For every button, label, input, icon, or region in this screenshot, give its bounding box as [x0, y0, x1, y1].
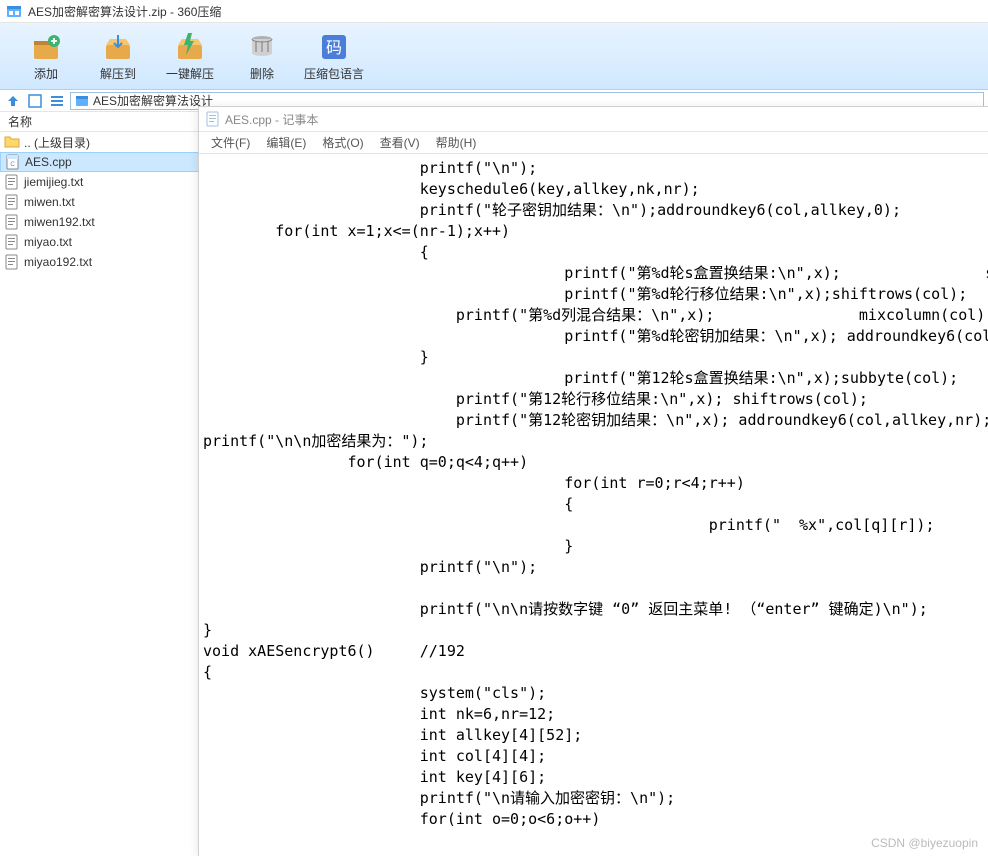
- svg-text:C: C: [10, 162, 15, 168]
- file-name: miyao192.txt: [24, 255, 92, 269]
- svg-text:码: 码: [326, 39, 342, 57]
- file-name: miwen.txt: [24, 195, 75, 209]
- file-item[interactable]: miyao.txt: [0, 232, 201, 252]
- delete-label: 删除: [250, 65, 274, 82]
- delete-button[interactable]: 删除: [226, 28, 298, 84]
- file-icon: [4, 234, 20, 250]
- file-name: miwen192.txt: [24, 215, 95, 229]
- notepad-titlebar[interactable]: AES.cpp - 记事本: [199, 107, 988, 132]
- add-button[interactable]: 添加: [10, 28, 82, 84]
- menu-edit[interactable]: 编辑(E): [258, 132, 314, 153]
- notepad-icon: [205, 111, 221, 127]
- file-name: jiemijieg.txt: [24, 175, 83, 189]
- extract-to-label: 解压到: [100, 65, 136, 82]
- file-panel: 名称 .. (上级目录) C AES.cpp jiemijieg.txt miwen.t…: [0, 112, 202, 856]
- file-item[interactable]: jiemijieg.txt: [0, 172, 201, 192]
- file-item[interactable]: miwen192.txt: [0, 212, 201, 232]
- menu-help[interactable]: 帮助(H): [428, 132, 485, 153]
- file-name: AES.cpp: [25, 155, 72, 169]
- file-icon: C: [5, 154, 21, 170]
- up-icon[interactable]: [4, 92, 22, 110]
- menu-view[interactable]: 查看(V): [372, 132, 428, 153]
- app-icon: [6, 3, 22, 19]
- file-name: .. (上级目录): [24, 134, 90, 151]
- archive-icon: [75, 94, 89, 108]
- archive-language-button[interactable]: 码 压缩包语言: [298, 28, 370, 84]
- column-header-name[interactable]: 名称: [0, 112, 201, 132]
- notepad-title: AES.cpp - 记事本: [225, 111, 318, 128]
- one-click-extract-button[interactable]: 一键解压: [154, 28, 226, 84]
- file-icon: [4, 214, 20, 230]
- file-item[interactable]: .. (上级目录): [0, 132, 201, 152]
- one-click-extract-label: 一键解压: [166, 65, 214, 82]
- path-text: AES加密解密算法设计: [93, 92, 213, 109]
- file-item[interactable]: miwen.txt: [0, 192, 201, 212]
- toolbar: 添加 解压到 一键解压 删除 码 压缩包语言: [0, 23, 988, 90]
- window-title: AES加密解密算法设计.zip - 360压缩: [28, 3, 221, 20]
- watermark: CSDN @biyezuopin: [871, 836, 978, 850]
- file-item[interactable]: C AES.cpp: [0, 152, 201, 172]
- menu-format[interactable]: 格式(O): [314, 132, 371, 153]
- notepad-menubar: 文件(F)编辑(E)格式(O)查看(V)帮助(H): [199, 132, 988, 154]
- view-list-icon[interactable]: [48, 92, 66, 110]
- file-item[interactable]: miyao192.txt: [0, 252, 201, 272]
- archive-language-label: 压缩包语言: [304, 65, 364, 82]
- menu-file[interactable]: 文件(F): [203, 132, 258, 153]
- notepad-textarea[interactable]: printf("\n"); keyschedule6(key,allkey,nk…: [199, 154, 988, 834]
- extract-to-button[interactable]: 解压到: [82, 28, 154, 84]
- notepad-window: AES.cpp - 记事本 文件(F)编辑(E)格式(O)查看(V)帮助(H) …: [198, 106, 988, 856]
- extract-to-icon: [102, 31, 134, 63]
- add-label: 添加: [34, 65, 58, 82]
- file-icon: [4, 254, 20, 270]
- file-icon: [4, 134, 20, 150]
- window-titlebar: AES加密解密算法设计.zip - 360压缩: [0, 0, 988, 23]
- language-icon: 码: [318, 31, 350, 63]
- view-large-icon[interactable]: [26, 92, 44, 110]
- delete-icon: [246, 31, 278, 63]
- file-icon: [4, 194, 20, 210]
- one-click-extract-icon: [174, 31, 206, 63]
- file-name: miyao.txt: [24, 235, 72, 249]
- add-icon: [30, 31, 62, 63]
- file-list: .. (上级目录) C AES.cpp jiemijieg.txt miwen.txt m…: [0, 132, 201, 272]
- file-icon: [4, 174, 20, 190]
